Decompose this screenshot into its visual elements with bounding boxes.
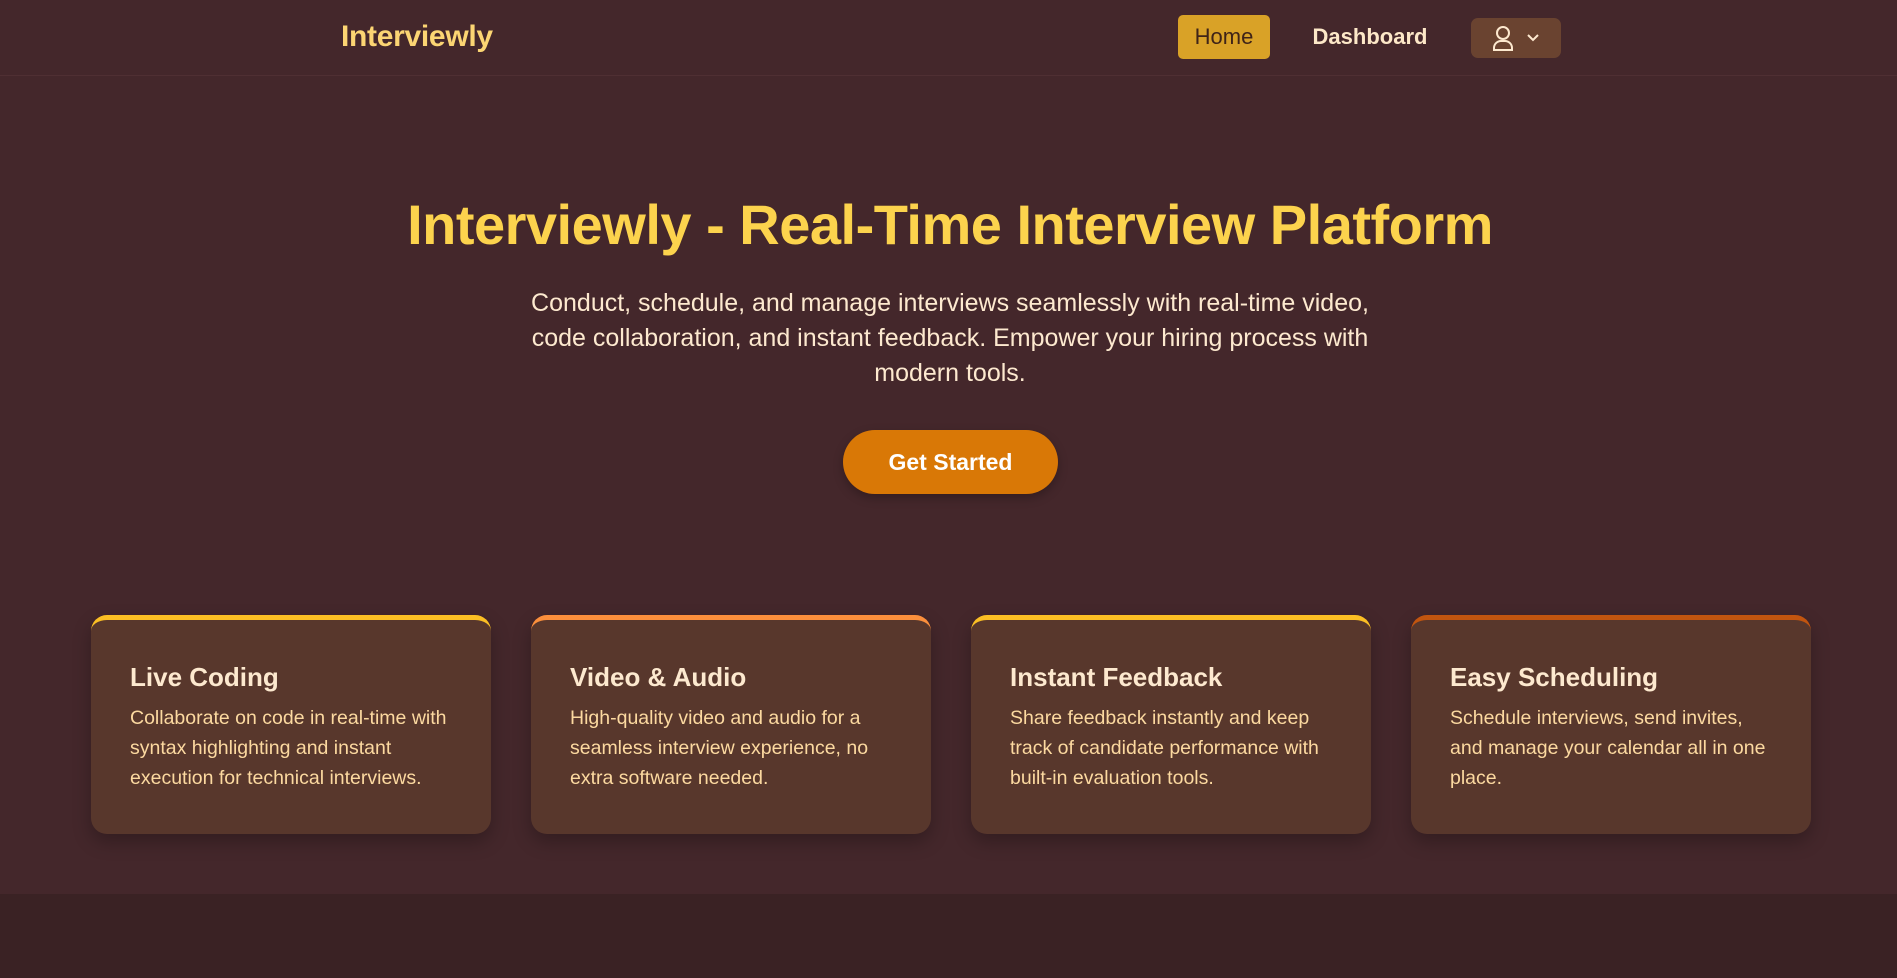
feature-title: Video & Audio — [570, 662, 747, 692]
feature-description: Schedule interviews, send invites, and m… — [1450, 707, 1766, 789]
get-started-button[interactable]: Get Started — [843, 430, 1058, 494]
hero-subtitle: Conduct, schedule, and manage interviews… — [531, 289, 1369, 387]
user-menu-button[interactable] — [1471, 18, 1561, 58]
nav-dashboard-link[interactable]: Dashboard — [1303, 15, 1437, 59]
feature-title: Easy Scheduling — [1450, 662, 1659, 692]
feature-card-live-coding: Live Coding Collaborate on code in real-… — [91, 615, 491, 834]
feature-description: Share feedback instantly and keep track … — [1010, 707, 1319, 789]
feature-title: Live Coding — [130, 662, 279, 692]
feature-card-easy-scheduling: Easy Scheduling Schedule interviews, sen… — [1411, 615, 1811, 834]
feature-description: Collaborate on code in real-time with sy… — [130, 707, 447, 789]
user-icon — [1492, 25, 1514, 51]
feature-card-instant-feedback: Instant Feedback Share feedback instantl… — [971, 615, 1371, 834]
feature-description: High-quality video and audio for a seaml… — [570, 707, 869, 789]
brand-logo[interactable]: Interviewly — [341, 20, 493, 54]
footer — [0, 894, 1897, 978]
feature-title: Instant Feedback — [1010, 662, 1223, 692]
feature-card-video-audio: Video & Audio High-quality video and aud… — [531, 615, 931, 834]
navbar: Interviewly Home Dashboard — [0, 0, 1897, 76]
chevron-down-icon — [1526, 33, 1540, 43]
nav-home-link[interactable]: Home — [1178, 15, 1270, 59]
hero-title: Interviewly - Real-Time Interview Platfo… — [407, 193, 1493, 256]
landing-page: Interviewly Home Dashboard Interviewly -… — [0, 0, 1897, 978]
